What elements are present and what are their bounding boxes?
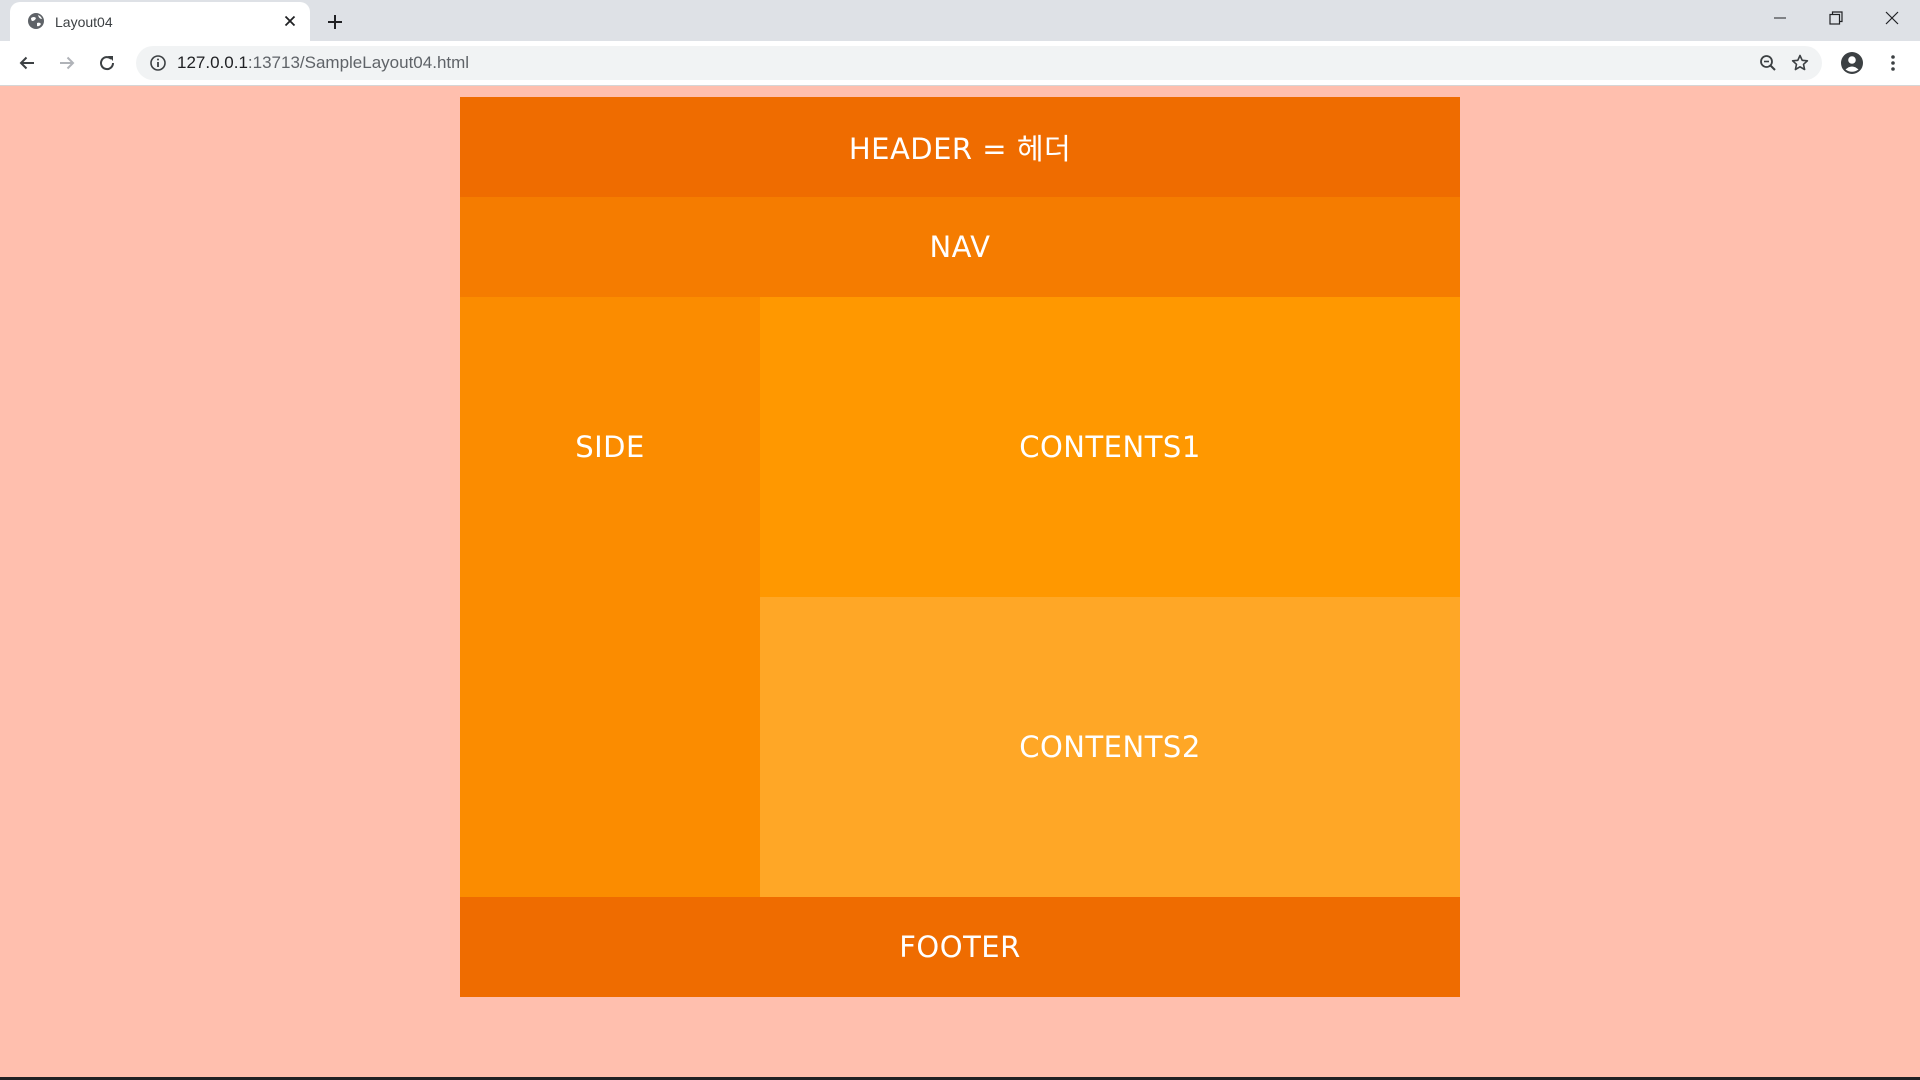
close-icon[interactable]: [280, 11, 300, 31]
side-block: SIDE: [460, 297, 760, 897]
restore-icon[interactable]: [1808, 0, 1864, 36]
back-arrow-icon[interactable]: [13, 49, 41, 77]
side-label: SIDE: [575, 430, 645, 464]
contents2-block: CONTENTS2: [760, 597, 1460, 897]
account-icon[interactable]: [1838, 49, 1866, 77]
url-text[interactable]: 127.0.0.1:13713/SampleLayout04.html: [177, 53, 469, 73]
contents1-block: CONTENTS1: [760, 297, 1460, 597]
close-window-icon[interactable]: [1864, 0, 1920, 36]
forward-arrow-icon[interactable]: [53, 49, 81, 77]
minimize-icon[interactable]: [1752, 0, 1808, 36]
browser-toolbar: 127.0.0.1:13713/SampleLayout04.html: [0, 41, 1920, 86]
header-block: HEADER = 헤더: [460, 97, 1460, 197]
browser-window: Layout04 127.0.0.1:13713/SampleLayout04.…: [0, 0, 1920, 1080]
plus-icon[interactable]: [322, 9, 348, 35]
url-host: 127.0.0.1: [177, 53, 248, 72]
browser-tab[interactable]: Layout04: [10, 2, 310, 41]
reload-icon[interactable]: [93, 49, 121, 77]
window-controls: [1752, 0, 1920, 36]
star-icon[interactable]: [1790, 53, 1810, 73]
globe-icon: [27, 12, 45, 30]
nav-block: NAV: [460, 197, 1460, 297]
url-path: :13713/SampleLayout04.html: [247, 53, 470, 72]
zoom-out-icon[interactable]: [1758, 53, 1778, 73]
tab-title: Layout04: [55, 14, 113, 30]
address-bar[interactable]: 127.0.0.1:13713/SampleLayout04.html: [136, 46, 1822, 80]
info-icon[interactable]: [149, 54, 167, 72]
footer-block: FOOTER: [460, 897, 1460, 997]
page-content: HEADER = 헤더 NAV SIDE CONTENTS1 CONTENTS2…: [0, 86, 1920, 1077]
tab-strip: Layout04: [0, 0, 1920, 41]
kebab-menu-icon[interactable]: [1879, 49, 1907, 77]
